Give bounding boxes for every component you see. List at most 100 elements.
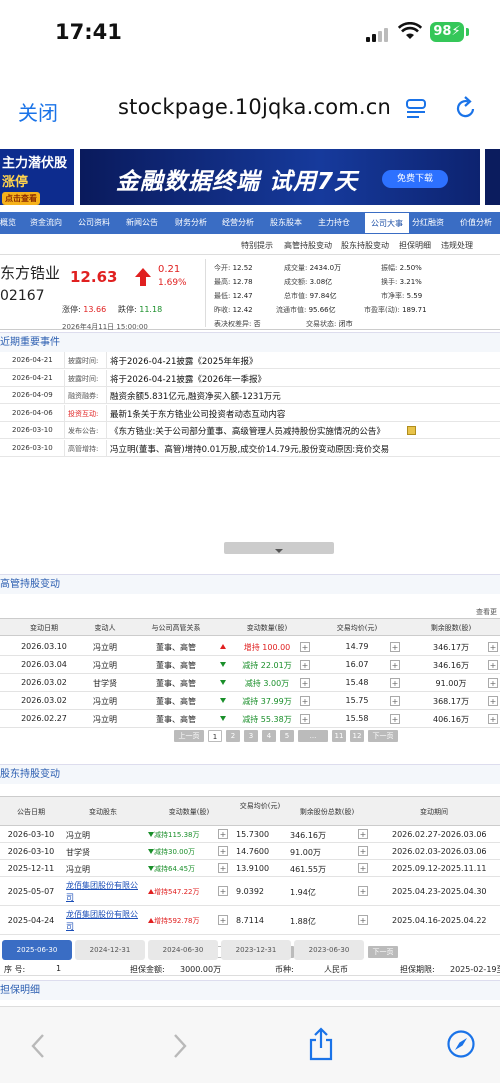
event-text[interactable]: 《东方锆业:关于公司部分董事、高级管理人员减持股份实施情况的公告》 — [110, 425, 385, 437]
holder-cell-period: 2026.02.03-2026.03.06 — [392, 847, 487, 856]
wifi-icon — [398, 22, 422, 39]
expand-icon[interactable]: + — [218, 829, 228, 839]
pager-item-0[interactable]: 上一页 — [174, 730, 204, 742]
nav-item-6[interactable]: 股东股本 — [270, 212, 302, 234]
expand-icon[interactable]: + — [358, 886, 368, 896]
ad-download-button[interactable]: 免费下载 — [382, 170, 448, 188]
exec-header-0: 变动日期 — [30, 624, 58, 632]
table-row: 2026.03.04 冯立明 董事、高管 减持 22.01万 16.07 346.16万 +… — [0, 656, 500, 674]
expand-icon[interactable]: + — [300, 642, 310, 652]
holder-cell-holder[interactable]: 龙佰集团股份有限公司 — [66, 909, 142, 933]
forward-icon[interactable] — [172, 1033, 188, 1059]
ad-left-button[interactable]: 点击查看 — [2, 192, 40, 205]
pager-item-8[interactable]: 12 — [350, 730, 364, 742]
arrow-up-icon — [135, 268, 151, 286]
compass-icon[interactable] — [446, 1029, 476, 1059]
nav-item-0[interactable]: 概览 — [0, 212, 16, 234]
share-icon[interactable] — [308, 1027, 334, 1061]
pager-item-4[interactable]: 4 — [262, 730, 276, 742]
guarantee-tab-1[interactable]: 2024-12-31 — [75, 940, 145, 960]
exec-cell-date: 2026.03.02 — [21, 678, 67, 687]
ad-banner[interactable]: 主力潜伏股 涨停 点击查看 金融数据终端 试用7天 免费下载 — [0, 146, 500, 208]
ad-left[interactable]: 主力潜伏股 涨停 点击查看 — [0, 149, 74, 205]
pager-item-3[interactable]: 3 — [244, 730, 258, 742]
event-date: 2026-03-10 — [12, 444, 53, 452]
expand-icon[interactable]: + — [390, 642, 400, 652]
nav-item-9[interactable]: 分红融资 — [412, 212, 444, 234]
event-text[interactable]: 最新1条关于东方锆业公司投资者动态互动内容 — [110, 408, 285, 420]
expand-icon[interactable]: + — [218, 846, 228, 856]
event-text[interactable]: 将于2026-04-21披露《2026年一季报》 — [110, 373, 266, 385]
expand-icon[interactable]: + — [218, 886, 228, 896]
nav-item-5[interactable]: 经营分析 — [222, 212, 254, 234]
event-text[interactable]: 冯立明(董事、高管)增持0.01万股,成交价14.79元,股份变动原因:竞价交易 — [110, 443, 389, 455]
cell-divider — [64, 404, 65, 421]
pager-item-9[interactable]: 下一页 — [368, 730, 398, 742]
url-label[interactable]: stockpage.10jqka.com.cn — [118, 95, 391, 119]
expand-icon[interactable]: + — [488, 642, 498, 652]
subnav-item-2[interactable]: 股东持股变动 — [341, 240, 389, 251]
browser-toolbar — [0, 1006, 500, 1083]
pager-item-1[interactable]: 1 — [208, 730, 222, 742]
event-type: 高管增持: — [68, 445, 99, 453]
nav-item-10[interactable]: 价值分析 — [460, 212, 492, 234]
expand-icon[interactable]: + — [488, 660, 498, 670]
nav-item-3[interactable]: 新闻公告 — [126, 212, 158, 234]
expand-icon[interactable]: + — [358, 863, 368, 873]
nav-item-8[interactable]: 公司大事 — [364, 212, 410, 234]
battery-icon: 98⚡ — [430, 22, 464, 42]
ad-main[interactable]: 金融数据终端 试用7天 免费下载 — [80, 149, 480, 205]
reader-icon[interactable] — [404, 97, 428, 121]
holder-cell-period: 2025.09.12-2025.11.11 — [392, 864, 487, 873]
subnav-item-4[interactable]: 违规处理 — [441, 240, 473, 251]
expand-icon[interactable]: + — [390, 696, 400, 706]
subnav-item-3[interactable]: 担保明细 — [399, 240, 431, 251]
guarantee-tab-2[interactable]: 2024-06-30 — [148, 940, 218, 960]
pager-item-5[interactable]: 5 — [280, 730, 294, 742]
subnav-item-0[interactable]: 特别提示 — [241, 240, 273, 251]
expand-icon[interactable]: + — [488, 714, 498, 724]
event-type: 披露时间: — [68, 374, 99, 383]
nav-item-4[interactable]: 财务分析 — [175, 212, 207, 234]
expand-icon[interactable]: + — [358, 846, 368, 856]
expand-events-button[interactable] — [224, 542, 334, 554]
reload-icon[interactable] — [454, 95, 478, 121]
q-total-mv: 总市值: 97.84亿 — [284, 291, 337, 301]
q-amount-label: 成交额: — [284, 278, 308, 286]
close-button[interactable]: 关闭 — [18, 97, 58, 126]
nav-item-7[interactable]: 主力持仓 — [318, 212, 350, 234]
expand-icon[interactable]: + — [358, 829, 368, 839]
pager-item-7[interactable]: 11 — [332, 730, 346, 742]
expand-icon[interactable]: + — [488, 678, 498, 688]
expand-icon[interactable]: + — [218, 863, 228, 873]
subnav-item-1[interactable]: 高管持股变动 — [284, 240, 332, 251]
exec-cell-person: 冯立明 — [93, 715, 117, 724]
expand-icon[interactable]: + — [390, 660, 400, 670]
nav-item-1[interactable]: 资金流向 — [30, 212, 62, 234]
document-icon[interactable] — [407, 426, 416, 436]
pager-item-2[interactable]: 2 — [226, 730, 240, 742]
expand-icon[interactable]: + — [488, 696, 498, 706]
event-row: 2026-04-09 融资融券: 融资余额5.831亿元,融资净买入额-1231万元 — [0, 387, 500, 405]
guarantee-tab-0[interactable]: 2025-06-30 — [2, 940, 72, 960]
event-text[interactable]: 融资余额5.831亿元,融资净买入额-1231万元 — [110, 390, 281, 402]
nav-item-2[interactable]: 公司资料 — [78, 212, 110, 234]
expand-icon[interactable]: + — [300, 660, 310, 670]
expand-icon[interactable]: + — [358, 915, 368, 925]
guarantee-tab-3[interactable]: 2023-12-31 — [221, 940, 291, 960]
ad-right[interactable] — [485, 149, 500, 205]
expand-icon[interactable]: + — [390, 714, 400, 724]
pager-item-6[interactable]: ... — [298, 730, 328, 742]
exec-more-link[interactable]: 查看更 — [476, 607, 497, 617]
guarantee-tab-4[interactable]: 2023-06-30 — [294, 940, 364, 960]
event-text[interactable]: 将于2026-04-21披露《2025年年报》 — [110, 355, 258, 367]
holder-cell-holder[interactable]: 龙佰集团股份有限公司 — [66, 880, 142, 904]
expand-icon[interactable]: + — [300, 696, 310, 706]
q-pb: 市净率: 5.59 — [381, 291, 422, 301]
expand-icon[interactable]: + — [218, 915, 228, 925]
expand-icon[interactable]: + — [390, 678, 400, 688]
expand-icon[interactable]: + — [300, 678, 310, 688]
expand-icon[interactable]: + — [300, 714, 310, 724]
holder-cell-remain: 91.00万 — [290, 848, 321, 857]
back-icon[interactable] — [30, 1033, 46, 1059]
